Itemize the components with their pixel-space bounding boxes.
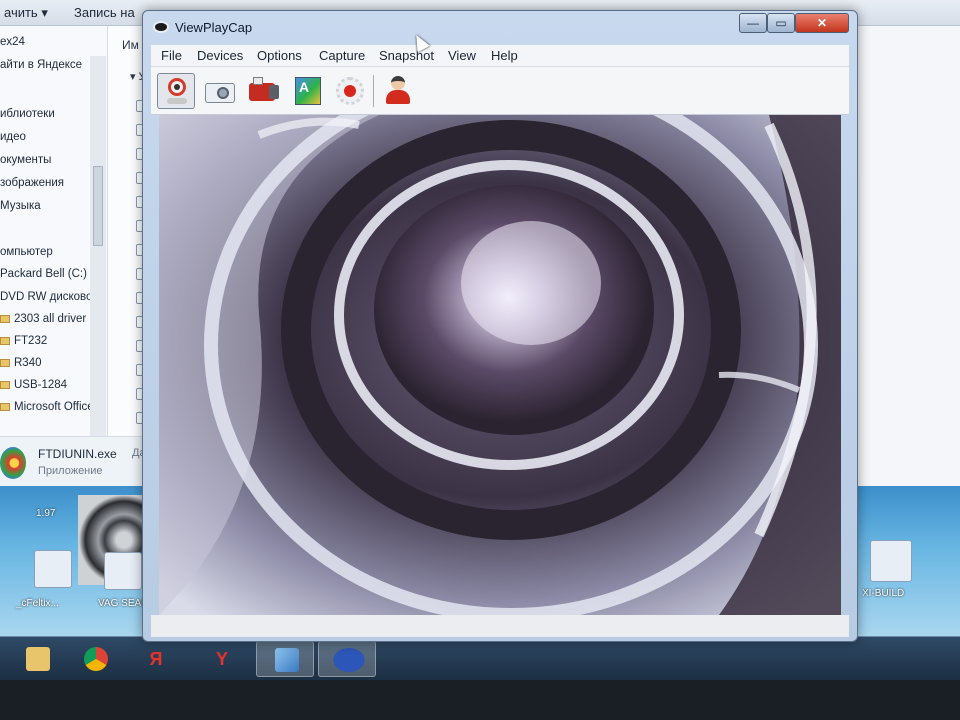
menu-view[interactable]: View <box>448 48 476 63</box>
taskbar-chrome-button[interactable] <box>66 641 124 677</box>
close-button[interactable]: ✕ <box>795 13 849 33</box>
video-capture-button[interactable] <box>245 73 283 109</box>
webcam-base <box>167 98 187 104</box>
user-body <box>386 90 410 104</box>
menu-file[interactable]: File <box>161 48 182 63</box>
minimize-button[interactable]: — <box>739 13 767 33</box>
app-shortcut-icon[interactable] <box>870 540 912 582</box>
nav-item[interactable]: окументы <box>0 154 51 166</box>
navigation-pane: ex24 айти в Яндексе иблиотеки идео окуме… <box>0 26 108 500</box>
menu-bar: File Devices Options Capture Snapshot Vi… <box>151 45 849 67</box>
record-dot <box>344 85 356 97</box>
nav-item[interactable]: DVD RW дисково <box>0 291 92 303</box>
nav-scrollbar[interactable] <box>90 56 106 496</box>
taskbar-yandex-browser-button[interactable]: Y <box>192 641 250 677</box>
palette-glyph: A <box>299 79 310 95</box>
taskbar-explorer-button[interactable] <box>8 641 66 677</box>
maximize-button[interactable]: ▭ <box>767 13 795 33</box>
chrome-icon <box>84 647 108 671</box>
desktop-label[interactable]: _cFeltix... <box>16 598 59 609</box>
nav-item[interactable]: Музыка <box>0 200 41 212</box>
endoscope-feed-image <box>159 115 841 615</box>
column-header-name[interactable]: Им <box>122 38 139 52</box>
user-button[interactable] <box>379 73 417 109</box>
explorer-right-area <box>860 26 960 500</box>
nav-item[interactable]: айти в Яндексе <box>0 59 82 71</box>
folder-icon <box>0 380 10 389</box>
nav-item[interactable]: Microsoft Office <box>0 401 94 413</box>
nav-item[interactable]: зображения <box>0 177 64 189</box>
camera-lens <box>217 87 229 99</box>
file-type: Приложение <box>38 465 103 477</box>
folder-icon <box>0 314 10 323</box>
nav-item[interactable]: R340 <box>0 357 42 369</box>
taskbar-image-button[interactable] <box>256 641 314 677</box>
camcorder-tape <box>253 77 263 85</box>
chrome-uninstall-icon <box>0 447 26 479</box>
folder-icon <box>0 336 10 345</box>
toolbar: A <box>151 67 849 115</box>
folder-icon <box>0 402 10 411</box>
nav-item[interactable]: омпьютер <box>0 246 53 258</box>
menu-devices[interactable]: Devices <box>197 48 243 63</box>
setup-icon[interactable] <box>34 550 72 588</box>
desktop-label[interactable]: XI-BUILD <box>862 588 904 599</box>
status-bar <box>151 615 849 637</box>
monitor-bezel <box>0 680 960 720</box>
shortcut-icon[interactable] <box>104 552 142 590</box>
webcam-button[interactable] <box>157 73 195 109</box>
video-preview[interactable] <box>159 115 841 615</box>
camcorder-lens <box>269 85 279 99</box>
nav-item[interactable]: Packard Bell (C:) <box>0 268 87 280</box>
folder-icon <box>26 647 50 671</box>
viewplaycap-window: ViewPlayCap — ▭ ✕ File Devices Options C… <box>142 10 858 642</box>
scrollbar-thumb[interactable] <box>93 166 103 246</box>
nav-item[interactable]: идео <box>0 131 26 143</box>
file-name: FTDIUNIN.exe <box>38 447 117 461</box>
burn-button[interactable]: Запись на <box>74 5 135 20</box>
yandex-browser-icon: Y <box>215 649 228 669</box>
toolbar-separator <box>373 75 374 107</box>
video-settings-button[interactable]: A <box>289 73 327 109</box>
menu-options[interactable]: Options <box>257 48 302 63</box>
menu-help[interactable]: Help <box>491 48 518 63</box>
record-button[interactable] <box>331 73 369 109</box>
yandex-icon: Я <box>149 649 163 669</box>
menu-capture[interactable]: Capture <box>319 48 365 63</box>
organize-button[interactable]: ачить ▾ <box>4 5 48 21</box>
nav-item[interactable]: иблиотеки <box>0 108 55 120</box>
desktop-label: 1.97 <box>36 508 56 519</box>
nav-item[interactable]: ex24 <box>0 36 25 48</box>
image-viewer-icon <box>275 648 299 672</box>
nav-item[interactable]: FT232 <box>0 335 47 347</box>
nav-item[interactable]: USB-1284 <box>0 379 67 391</box>
user-icon <box>391 76 405 90</box>
folder-icon <box>0 358 10 367</box>
title-bar[interactable]: ViewPlayCap — ▭ ✕ <box>143 11 857 45</box>
taskbar-yandex-button[interactable]: Я <box>126 641 184 677</box>
viewplaycap-icon <box>333 648 365 672</box>
window-title: ViewPlayCap <box>175 20 253 35</box>
snapshot-button[interactable] <box>201 73 239 109</box>
taskbar-viewplaycap-button[interactable] <box>318 641 376 677</box>
menu-snapshot[interactable]: Snapshot <box>379 48 434 63</box>
app-eye-icon <box>153 21 169 33</box>
desktop-label[interactable]: VAG SEAR <box>98 598 148 609</box>
webcam-lens <box>174 84 180 90</box>
taskbar: Я Y <box>0 636 960 680</box>
nav-item[interactable]: 2303 all driver <box>0 313 86 325</box>
